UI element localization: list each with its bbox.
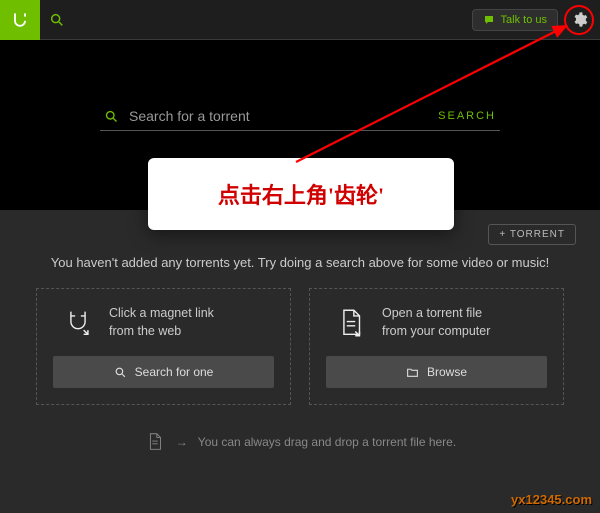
talk-to-us-button[interactable]: Talk to us — [472, 9, 558, 31]
utorrent-icon — [10, 10, 30, 30]
topbar: Talk to us — [0, 0, 600, 40]
add-torrent-button[interactable]: + TORRENT — [488, 224, 576, 245]
search-icon — [49, 12, 65, 28]
file-icon — [334, 306, 368, 340]
magnet-card: Click a magnet link from the web Search … — [36, 288, 291, 405]
search-icon — [104, 109, 119, 124]
talk-label: Talk to us — [501, 14, 547, 26]
card-line: from the web — [109, 323, 214, 341]
settings-highlight — [564, 5, 594, 35]
arrow-right-icon: → — [176, 435, 188, 449]
button-label: Search for one — [135, 365, 214, 379]
app-logo[interactable] — [0, 0, 40, 40]
torrent-search-bar: Search for a torrent SEARCH — [100, 102, 500, 131]
instruction-tooltip: 点击右上角'齿轮' — [148, 158, 454, 230]
torrent-search-input[interactable]: Search for a torrent — [129, 108, 438, 124]
search-icon — [114, 366, 127, 379]
empty-state-message: You haven't added any torrents yet. Try … — [0, 249, 600, 288]
action-cards: Click a magnet link from the web Search … — [0, 288, 600, 405]
search-for-one-button[interactable]: Search for one — [53, 356, 274, 388]
tooltip-text: 点击右上角'齿轮' — [218, 178, 384, 210]
card-line: Open a torrent file — [382, 305, 490, 323]
folder-icon — [406, 366, 419, 379]
topbar-search-button[interactable] — [40, 0, 74, 40]
magnet-card-text: Click a magnet link from the web — [109, 305, 214, 340]
card-line: from your computer — [382, 323, 490, 341]
file-card-text: Open a torrent file from your computer — [382, 305, 490, 340]
file-drop-icon — [144, 431, 166, 453]
gear-icon[interactable] — [571, 11, 588, 28]
chat-icon — [483, 14, 495, 26]
watermark: yx12345.com — [511, 492, 592, 507]
browse-button[interactable]: Browse — [326, 356, 547, 388]
drag-hint-text: You can always drag and drop a torrent f… — [198, 435, 456, 449]
card-line: Click a magnet link — [109, 305, 214, 323]
button-label: Browse — [427, 365, 467, 379]
drag-drop-hint: → You can always drag and drop a torrent… — [0, 431, 600, 453]
file-card: Open a torrent file from your computer B… — [309, 288, 564, 405]
magnet-icon — [61, 306, 95, 340]
topbar-right: Talk to us — [472, 5, 600, 35]
search-button[interactable]: SEARCH — [438, 110, 496, 122]
